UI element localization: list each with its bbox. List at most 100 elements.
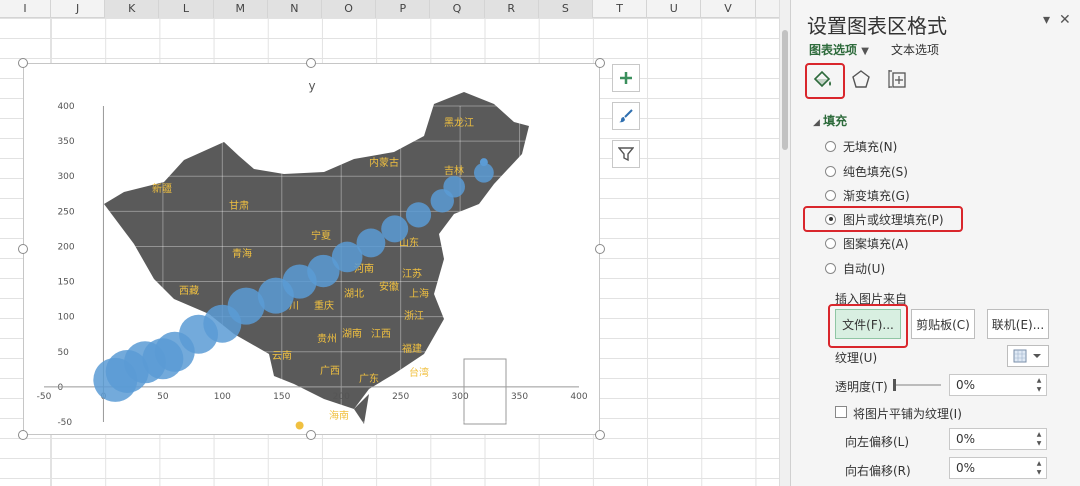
transparency-label: 透明度(T) bbox=[835, 380, 888, 394]
province-label: 青海 bbox=[232, 247, 252, 260]
column-header-K[interactable]: K bbox=[105, 0, 160, 18]
bubble-point bbox=[443, 175, 465, 198]
offset-left-label: 向左偏移(L) bbox=[845, 435, 910, 449]
province-label: 江西 bbox=[371, 328, 391, 340]
radio-solid-fill-label: 纯色填充(S) bbox=[843, 164, 908, 179]
x-tick-label: 350 bbox=[511, 392, 528, 402]
clipboard-button[interactable]: 剪贴板(C) bbox=[911, 309, 975, 339]
radio-gradient-fill[interactable]: 渐变填充(G) bbox=[825, 185, 1025, 205]
radio-dot bbox=[825, 189, 836, 201]
radio-dot bbox=[825, 140, 836, 152]
highlight-box-file-button bbox=[828, 304, 908, 348]
chart-area[interactable]: -50050100150200250300350400-500501001502… bbox=[23, 63, 600, 435]
effects-tab[interactable] bbox=[846, 64, 876, 94]
highlight-box-picture-fill bbox=[803, 206, 963, 232]
fill-section-header[interactable]: ◢ 填充 bbox=[813, 112, 847, 129]
scroll-thumb[interactable] bbox=[782, 30, 788, 150]
transparency-spinner[interactable]: 0% ▲ ▼ bbox=[949, 374, 1047, 396]
province-label: 安徽 bbox=[379, 280, 399, 293]
y-tick-label: 300 bbox=[57, 172, 74, 182]
radio-no-fill[interactable]: 无填充(N) bbox=[825, 136, 1025, 156]
resize-handle-bottom[interactable] bbox=[306, 430, 316, 440]
resize-handle-top-left[interactable] bbox=[18, 58, 28, 68]
resize-handle-left[interactable] bbox=[18, 244, 28, 254]
radio-dot bbox=[825, 165, 836, 177]
resize-handle-bottom-right[interactable] bbox=[595, 430, 605, 440]
chart-elements-button[interactable] bbox=[612, 64, 640, 92]
resize-handle-right[interactable] bbox=[595, 244, 605, 254]
texture-picker[interactable] bbox=[1007, 345, 1049, 367]
offset-right-value: 0% bbox=[956, 461, 976, 475]
online-button[interactable]: 联机(E)... bbox=[987, 309, 1049, 339]
column-header-T[interactable]: T bbox=[593, 0, 648, 18]
x-tick-label: 300 bbox=[452, 392, 469, 402]
column-header-L[interactable]: L bbox=[159, 0, 214, 18]
highlight-box-fill-tab bbox=[805, 63, 845, 99]
column-header-S[interactable]: S bbox=[538, 0, 593, 18]
y-tick-label: 200 bbox=[57, 242, 74, 252]
transparency-slider[interactable] bbox=[893, 379, 941, 391]
radio-no-fill-label: 无填充(N) bbox=[843, 139, 898, 154]
bubble-point bbox=[356, 228, 386, 258]
province-label: 广西 bbox=[320, 365, 340, 377]
column-header-N[interactable]: N bbox=[267, 0, 322, 18]
spin-down-icon[interactable]: ▼ bbox=[1034, 439, 1044, 448]
province-label: 上海 bbox=[409, 287, 429, 300]
transparency-slider-thumb[interactable] bbox=[893, 379, 896, 391]
size-properties-icon bbox=[888, 70, 906, 88]
province-label: 广东 bbox=[359, 372, 379, 385]
x-tick-label: 50 bbox=[157, 392, 169, 402]
province-label: 宁夏 bbox=[311, 229, 331, 242]
radio-solid-fill[interactable]: 纯色填充(S) bbox=[825, 161, 1025, 181]
chart-title: y bbox=[308, 79, 315, 93]
y-tick-label: -50 bbox=[57, 418, 72, 428]
spin-up-icon[interactable]: ▲ bbox=[1034, 430, 1044, 439]
spin-up-icon[interactable]: ▲ bbox=[1034, 376, 1044, 385]
x-tick-label: 150 bbox=[273, 392, 290, 402]
pentagon-icon bbox=[852, 70, 870, 88]
pane-close-icon[interactable]: ✕ bbox=[1059, 12, 1071, 28]
spin-down-icon[interactable]: ▼ bbox=[1034, 468, 1044, 477]
chart-styles-button[interactable] bbox=[612, 102, 640, 130]
spin-up-icon[interactable]: ▲ bbox=[1034, 459, 1044, 468]
tab-chart-options-label: 图表选项 bbox=[809, 43, 858, 57]
offset-left-spinner[interactable]: 0% ▲ ▼ bbox=[949, 428, 1047, 450]
spreadsheet-area[interactable]: IJKLMNOPQRSTUV -50 0 50 100 150 200 250 300 350 4… bbox=[0, 0, 790, 486]
resize-handle-top-right[interactable] bbox=[595, 58, 605, 68]
tab-chart-options[interactable]: 图表选项 ▼ bbox=[809, 41, 869, 58]
size-properties-tab[interactable] bbox=[883, 64, 913, 94]
province-label: 新疆 bbox=[152, 182, 172, 195]
resize-handle-bottom-left[interactable] bbox=[18, 430, 28, 440]
column-header-R[interactable]: R bbox=[484, 0, 539, 18]
column-header-U[interactable]: U bbox=[647, 0, 702, 18]
column-header-V[interactable]: V bbox=[701, 0, 756, 18]
column-header-Q[interactable]: Q bbox=[430, 0, 485, 18]
province-label: 江苏 bbox=[402, 267, 422, 280]
south-sea-inset bbox=[463, 358, 507, 425]
y-tick-label: 0 bbox=[57, 383, 63, 393]
radio-automatic[interactable]: 自动(U) bbox=[825, 258, 1025, 278]
tile-picture-checkbox[interactable] bbox=[835, 406, 847, 418]
x-tick-label: 250 bbox=[392, 392, 409, 402]
column-header-O[interactable]: O bbox=[322, 0, 377, 18]
bubble-point bbox=[295, 421, 304, 430]
filter-icon bbox=[618, 147, 634, 162]
column-header-I[interactable]: I bbox=[0, 0, 51, 18]
resize-handle-top[interactable] bbox=[306, 58, 316, 68]
province-label: 甘肃 bbox=[229, 199, 249, 212]
spin-down-icon[interactable]: ▼ bbox=[1034, 385, 1044, 394]
column-header-M[interactable]: M bbox=[213, 0, 268, 18]
offset-right-spinner[interactable]: 0% ▲ ▼ bbox=[949, 457, 1047, 479]
bubble-point bbox=[479, 158, 488, 167]
x-tick-label: -50 bbox=[37, 392, 52, 402]
chart-filters-button[interactable] bbox=[612, 140, 640, 168]
column-header-J[interactable]: J bbox=[51, 0, 106, 18]
tab-text-options[interactable]: 文本选项 bbox=[891, 41, 939, 58]
chart-plot: -50050100150200250300350400-500501001502… bbox=[37, 79, 588, 430]
radio-pattern-fill[interactable]: 图案填充(A) bbox=[825, 233, 1025, 253]
column-header-P[interactable]: P bbox=[376, 0, 431, 18]
pane-options-chevron-icon[interactable]: ▾ bbox=[1043, 12, 1050, 28]
radio-automatic-label: 自动(U) bbox=[843, 261, 886, 276]
format-chart-area-pane: 设置图表区格式 ▾ ✕ 图表选项 ▼ 文本选项 ◢ 填充 无填充(N) 纯色填充… bbox=[790, 0, 1080, 486]
sheet-vertical-scrollbar[interactable] bbox=[779, 0, 790, 486]
